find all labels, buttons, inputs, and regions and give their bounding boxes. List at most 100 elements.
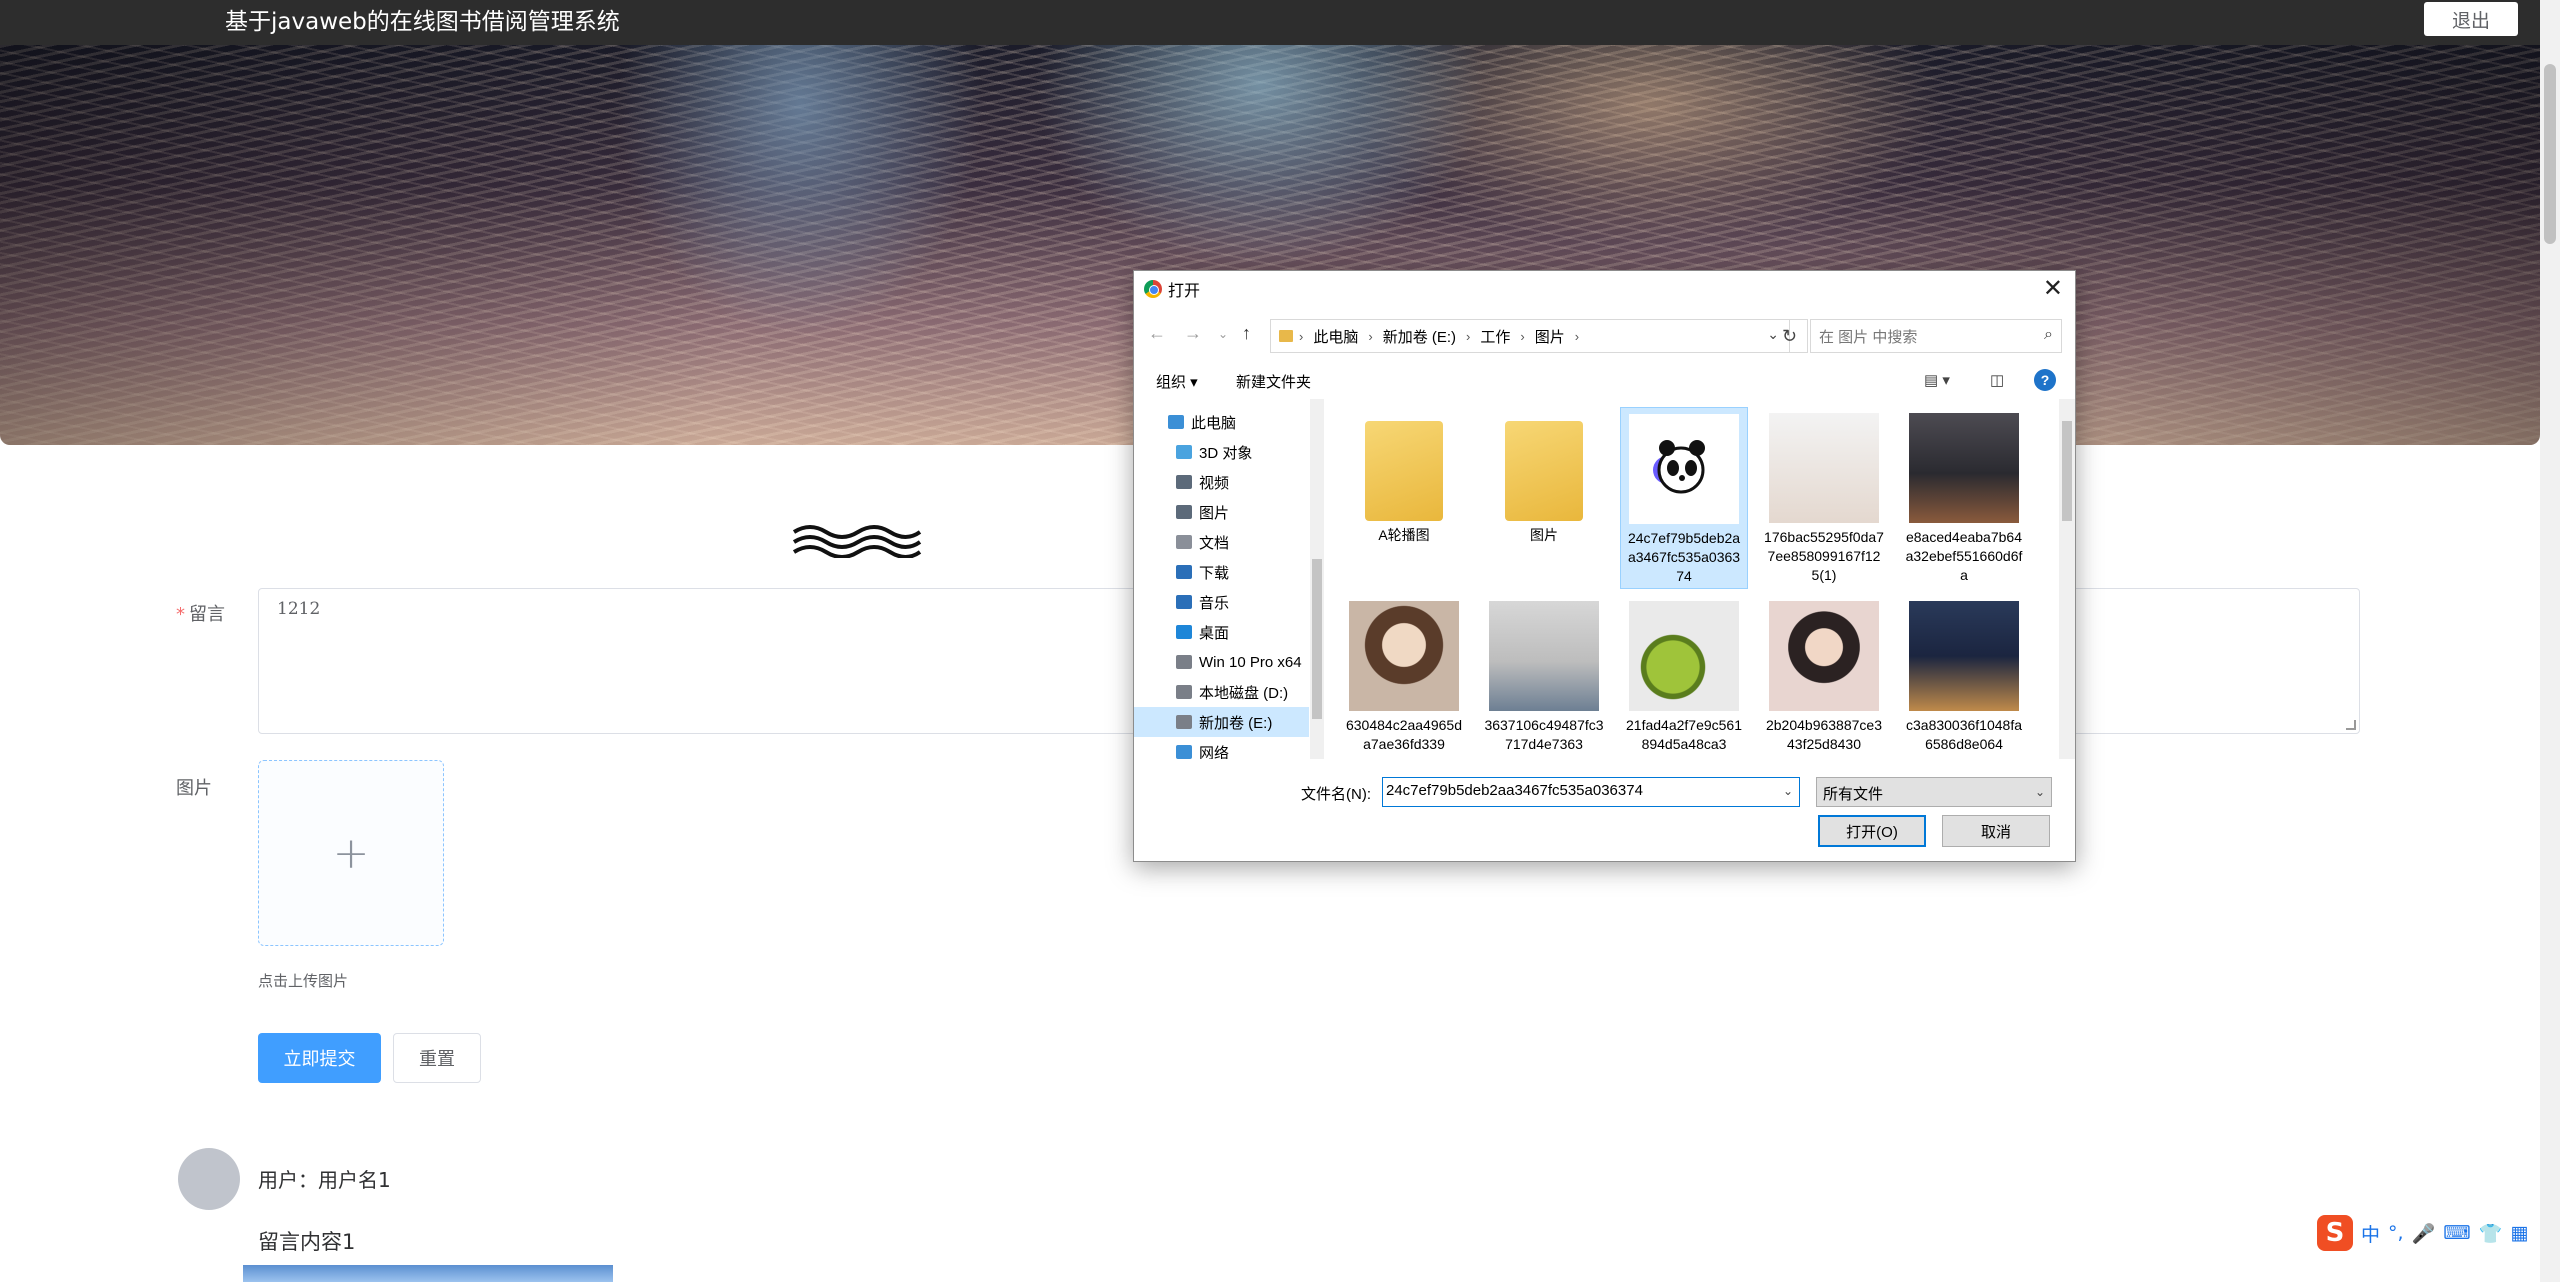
ime-toolbar[interactable]: S 中 °, 🎤 ⌨ 👕 ▦ (2315, 1213, 2537, 1253)
ime-microphone-icon[interactable]: 🎤 (2412, 1222, 2436, 1245)
ime-grid-icon[interactable]: ▦ (2510, 1222, 2528, 1244)
file-grid-scrollbar[interactable] (2059, 399, 2075, 759)
tree-item[interactable]: 新加卷 (E:) (1134, 707, 1309, 737)
folder-item[interactable]: A轮播图 (1340, 407, 1468, 589)
image-label: 图片 (176, 778, 212, 799)
folder-item[interactable]: 图片 (1480, 407, 1608, 589)
filename-label: 文件名(N): (1301, 786, 1371, 803)
file-name: e8aced4eaba7b64a32ebef551660d6fa (1905, 529, 2023, 583)
tree-item[interactable]: Win 10 Pro x64 (1134, 647, 1309, 677)
page-scrollbar-thumb[interactable] (2544, 64, 2556, 244)
file-name: 24c7ef79b5deb2aa3467fc535a036374 (1627, 530, 1741, 584)
filetype-select[interactable]: 所有文件 ⌄ (1816, 777, 2052, 807)
refresh-icon[interactable]: ↻ (1772, 319, 1808, 353)
ime-punctuation-icon[interactable]: °, (2388, 1222, 2404, 1244)
filename-input[interactable]: 24c7ef79b5deb2aa3467fc535a036374 ⌄ (1382, 777, 1800, 807)
file-item[interactable]: 3637106c49487fc3717d4e7363 (1480, 595, 1608, 765)
tree-item-label: Win 10 Pro x64 (1199, 653, 1302, 671)
file-grid[interactable]: A轮播图 图片 24c7ef79b5deb2aa3467fc535a036374 17… (1334, 405, 2059, 765)
view-options-icon[interactable]: ▤ ▾ (1924, 371, 1950, 389)
app-title: 基于javaweb的在线图书借阅管理系统 (225, 9, 620, 35)
video-icon (1176, 475, 1192, 489)
file-name: 21fad4a2f7e9c561894d5a48ca3 (1626, 717, 1742, 752)
resize-grip-icon[interactable] (2346, 720, 2356, 730)
dialog-title: 打开 (1168, 283, 1201, 300)
help-icon[interactable]: ? (2034, 369, 2056, 391)
tree-item[interactable]: 文档 (1134, 527, 1309, 557)
file-item[interactable]: 176bac55295f0da77ee858099167f125(1) (1760, 407, 1888, 589)
file-name: 3637106c49487fc3717d4e7363 (1484, 717, 1604, 752)
dialog-nav-row: ← → ⌄ ↑ › 此电脑 › 新加卷 (E:) › 工作 › 图片 › ⌄ ↻… (1134, 315, 2075, 355)
breadcrumb-this-pc[interactable]: 此电脑 (1313, 326, 1358, 347)
open-button[interactable]: 打开(O) (1818, 815, 1926, 847)
dialog-titlebar[interactable]: 打开 (1134, 271, 2075, 307)
ime-skin-icon[interactable]: 👕 (2479, 1222, 2503, 1245)
file-item[interactable]: c3a830036f1048fa6586d8e064 (1900, 595, 2028, 765)
top-navbar: 基于javaweb的在线图书借阅管理系统 退出 (0, 0, 2540, 45)
comment-username: 用户：用户名1 (258, 1168, 391, 1192)
tree-item-label: 桌面 (1199, 624, 1230, 642)
chevron-down-icon[interactable]: ⌄ (1783, 784, 1793, 798)
desktop-icon (1176, 625, 1192, 639)
forward-arrow-icon[interactable]: → (1184, 323, 1202, 344)
breadcrumb-work[interactable]: 工作 (1480, 326, 1510, 347)
preview-pane-icon[interactable]: ◫ (1990, 371, 2004, 389)
tree-item[interactable]: 桌面 (1134, 617, 1309, 647)
tree-item[interactable]: 图片 (1134, 497, 1309, 527)
tree-scrollbar[interactable] (1310, 399, 1324, 759)
tree-item[interactable]: 3D 对象 (1134, 437, 1309, 467)
tree-item-label: 音乐 (1199, 594, 1230, 612)
file-open-dialog[interactable]: 打开 ✕ ← → ⌄ ↑ › 此电脑 › 新加卷 (E:) › 工作 › 图片 … (1133, 270, 2076, 862)
logout-button[interactable]: 退出 (2424, 2, 2518, 36)
tree-item[interactable]: 下载 (1134, 557, 1309, 587)
drive-icon (1176, 655, 1192, 669)
search-input[interactable]: 在 图片 中搜索 ⌕ (1810, 319, 2062, 353)
comment-content: 留言内容1 (258, 1230, 356, 1254)
submit-button[interactable]: 立即提交 (258, 1033, 381, 1083)
required-mark: * (176, 604, 185, 625)
breadcrumb-pictures[interactable]: 图片 (1535, 326, 1565, 347)
file-item[interactable]: 2b204b963887ce343f25d8430 (1760, 595, 1888, 765)
tree-item[interactable]: 视频 (1134, 467, 1309, 497)
computer-icon (1168, 415, 1184, 429)
folder-icon (1365, 421, 1443, 521)
file-item[interactable]: 630484c2aa4965da7ae36fd339 (1340, 595, 1468, 765)
tree-item-label: 文档 (1199, 534, 1230, 552)
file-item[interactable]: 24c7ef79b5deb2aa3467fc535a036374 (1620, 407, 1748, 589)
organize-menu[interactable]: 组织 ▾ (1156, 371, 1198, 392)
documents-icon (1176, 535, 1192, 549)
image-upload-box[interactable]: + (258, 760, 444, 946)
tree-item[interactable]: 音乐 (1134, 587, 1309, 617)
page-scrollbar[interactable] (2540, 0, 2560, 1282)
reset-button[interactable]: 重置 (393, 1033, 481, 1083)
tree-item[interactable]: 网络 (1134, 737, 1309, 759)
ime-keyboard-icon[interactable]: ⌨ (2443, 1222, 2470, 1244)
girl1-thumbnail (1349, 601, 1459, 711)
file-item[interactable]: 21fad4a2f7e9c561894d5a48ca3 (1620, 595, 1748, 765)
girl2-thumbnail (1769, 601, 1879, 711)
folder-icon (1505, 421, 1583, 521)
back-arrow-icon[interactable]: ← (1148, 323, 1166, 344)
breadcrumb-volume-e[interactable]: 新加卷 (E:) (1383, 326, 1456, 347)
new-folder-button[interactable]: 新建文件夹 (1236, 371, 1311, 392)
close-icon[interactable]: ✕ (2043, 275, 2063, 303)
cancel-button[interactable]: 取消 (1942, 815, 2050, 847)
tree-item[interactable]: 此电脑 (1134, 407, 1309, 437)
tree-item[interactable]: 本地磁盘 (D:) (1134, 677, 1309, 707)
kiwi-thumbnail (1629, 601, 1739, 711)
ime-chinese-mode[interactable]: 中 (2361, 1220, 2380, 1247)
file-item[interactable]: e8aced4eaba7b64a32ebef551660d6fa (1900, 407, 2028, 589)
history-dropdown-icon[interactable]: ⌄ (1218, 327, 1228, 341)
navigation-tree[interactable]: 此电脑 3D 对象 视频图片文档下载音乐桌面 Win 10 Pro x64 本地磁盘 (… (1134, 399, 1324, 759)
tree-item-label: 图片 (1199, 504, 1230, 522)
dialog-command-bar: 组织 ▾ 新建文件夹 ▤ ▾ ◫ ? (1134, 363, 2075, 397)
download-icon (1176, 565, 1192, 579)
address-bar[interactable]: › 此电脑 › 新加卷 (E:) › 工作 › 图片 › ⌄ (1270, 319, 1790, 353)
file-name: 2b204b963887ce343f25d8430 (1765, 717, 1882, 752)
message-value: 1212 (277, 599, 321, 619)
plus-icon: + (332, 827, 370, 879)
drive-icon (1176, 685, 1192, 699)
pictures-icon (1176, 505, 1192, 519)
sogou-logo-icon[interactable]: S (2317, 1215, 2353, 1251)
up-arrow-icon[interactable]: ↑ (1242, 323, 1251, 344)
